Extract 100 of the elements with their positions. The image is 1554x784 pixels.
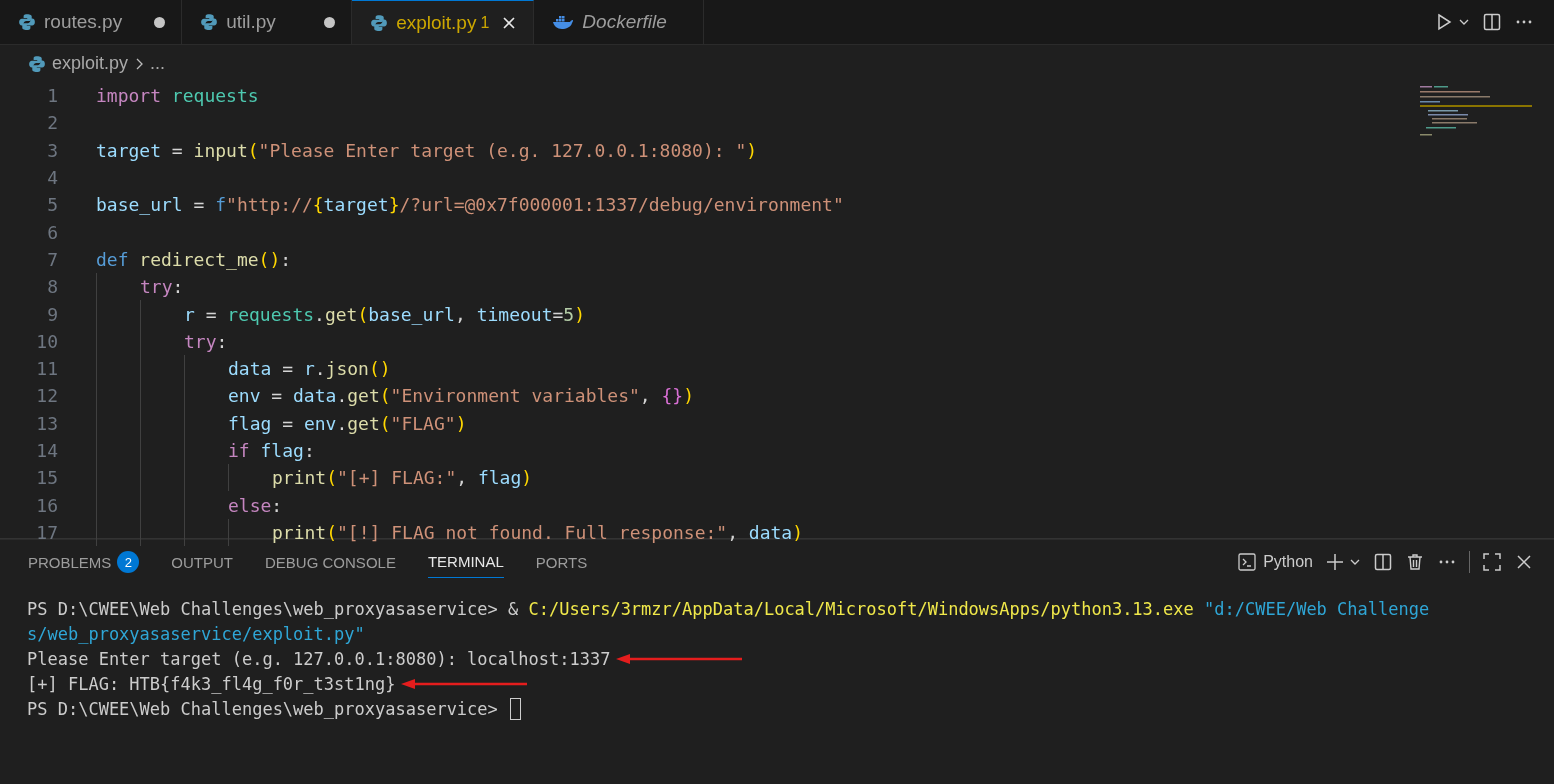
count-badge: 2 [117, 551, 140, 573]
line-number: 14 [35, 440, 59, 461]
terminal-text: Please Enter target (e.g. 127.0.0.1:8080): localhost:1337 [27, 648, 611, 669]
trash-icon[interactable] [1405, 552, 1425, 572]
string-literal: /?url=@0x7f000001:1337/debug/environment" [399, 194, 844, 216]
string-literal: "[!] FLAG not found. Full response:" [337, 521, 728, 543]
number-literal: 5 [563, 303, 575, 325]
panel-tab[interactable]: TERMINAL [427, 546, 504, 578]
line-number: 13 [35, 412, 59, 434]
bracket: ( [247, 139, 259, 161]
identifier: r [303, 358, 315, 380]
unsaved-dot-icon [324, 16, 336, 28]
breadcrumb-item[interactable]: exploit.py [52, 53, 129, 74]
code-text: : [280, 248, 292, 270]
panel-tab[interactable]: PROBLEMS 2 [28, 546, 140, 578]
function-name: json [325, 358, 369, 380]
chevron-right-icon [134, 56, 145, 71]
code-text: : [172, 276, 184, 298]
identifier: flag [477, 467, 522, 489]
line-number: 17 [35, 521, 59, 543]
code-text: : [216, 330, 228, 352]
function-name: get [347, 385, 380, 407]
close-icon[interactable] [501, 14, 518, 31]
code-text: . [336, 412, 348, 434]
keyword: f [215, 194, 227, 216]
python-file-icon [200, 13, 219, 31]
problem-count: 1 [480, 13, 490, 32]
code-text: = [204, 303, 218, 325]
function-name: input [193, 139, 248, 161]
identifier: base_url [96, 194, 183, 216]
maximize-icon[interactable] [1482, 552, 1502, 572]
panel-tab[interactable]: DEBUG CONSOLE [265, 546, 396, 578]
code-text: , [454, 303, 467, 325]
plus-icon[interactable] [1325, 552, 1345, 572]
line-number: 3 [46, 139, 59, 161]
bracket: () [368, 358, 391, 380]
bracket: ( [326, 521, 338, 543]
identifier: base_url [368, 303, 455, 325]
bracket: ) [683, 385, 695, 407]
keyword: else [228, 494, 272, 516]
string-literal: "Please Enter target (e.g. 127.0.0.1:8080): " [258, 139, 747, 161]
bracket: ( [379, 385, 391, 407]
line-number: 9 [46, 303, 59, 325]
code-text: . [314, 303, 325, 325]
bracket: ) [521, 467, 533, 489]
breadcrumb-item[interactable]: ... [150, 53, 166, 74]
line-number: 11 [35, 358, 59, 380]
python-file-icon [18, 13, 36, 31]
panel-tab[interactable]: OUTPUT [171, 546, 234, 578]
module-name: requests [170, 85, 259, 107]
whale-icon [552, 15, 575, 29]
line-number: 10 [35, 330, 59, 352]
bracket: {} [661, 385, 684, 407]
bracket: { [312, 194, 324, 216]
line-number: 1 [46, 85, 59, 107]
terminal-profile-button[interactable]: Python [1237, 552, 1313, 572]
editor-tab[interactable]: exploit.py 1 [352, 0, 535, 44]
line-number: 4 [46, 167, 59, 189]
identifier: env [228, 385, 261, 407]
split-editor-icon[interactable] [1482, 12, 1502, 32]
editor-tab[interactable]: routes.py [0, 0, 183, 44]
string-literal: "[+] FLAG:" [337, 467, 457, 489]
code-text: : [271, 494, 283, 516]
code-text: : [303, 440, 315, 461]
terminal-text: [+] FLAG: HTB{f4k3_fl4g_f0r_t3st1ng} [27, 673, 396, 694]
bracket: () [258, 248, 281, 270]
split-terminal-icon[interactable] [1373, 552, 1393, 572]
line-number: 15 [35, 467, 59, 489]
function-name: print [272, 467, 327, 489]
string-literal: "FLAG" [390, 412, 456, 434]
identifier: target [96, 139, 162, 161]
line-number: 7 [46, 248, 59, 270]
identifier: data [293, 385, 337, 407]
keyword: if [228, 440, 250, 461]
bracket: ) [792, 521, 804, 543]
line-number: 8 [46, 276, 59, 298]
line-number: 5 [46, 194, 59, 216]
panel-tab[interactable]: PORTS [535, 546, 588, 578]
terminal-text: PS D:\CWEE\Web Challenges\web_proxyasaservice> & [27, 598, 520, 619]
module-name: requests [227, 303, 315, 325]
bracket: ( [326, 467, 338, 489]
code-text: = [552, 303, 564, 325]
identifier: flag [259, 440, 304, 461]
bracket: ) [746, 139, 758, 161]
code-text: = [281, 412, 295, 434]
code-text: , [727, 521, 739, 543]
keyword: def [96, 248, 129, 270]
terminal-text: PS D:\CWEE\Web Challenges\web_proxyasaservice> [27, 698, 498, 719]
editor-tab[interactable]: Dockerfile [534, 0, 705, 44]
string-literal: "http:// [226, 194, 313, 216]
terminal-text: "d:/CWEE/Web Challenge [1203, 598, 1430, 619]
bracket: } [388, 194, 400, 216]
identifier: r [184, 303, 195, 325]
python-file-icon [370, 13, 389, 32]
code-text: = [281, 358, 295, 380]
bracket: ) [574, 303, 586, 325]
bracket: ( [357, 303, 369, 325]
code-text: = [192, 194, 206, 216]
terminal-text: s/web_proxyasaservice/exploit.py" [27, 623, 365, 644]
line-number: 6 [46, 221, 59, 243]
